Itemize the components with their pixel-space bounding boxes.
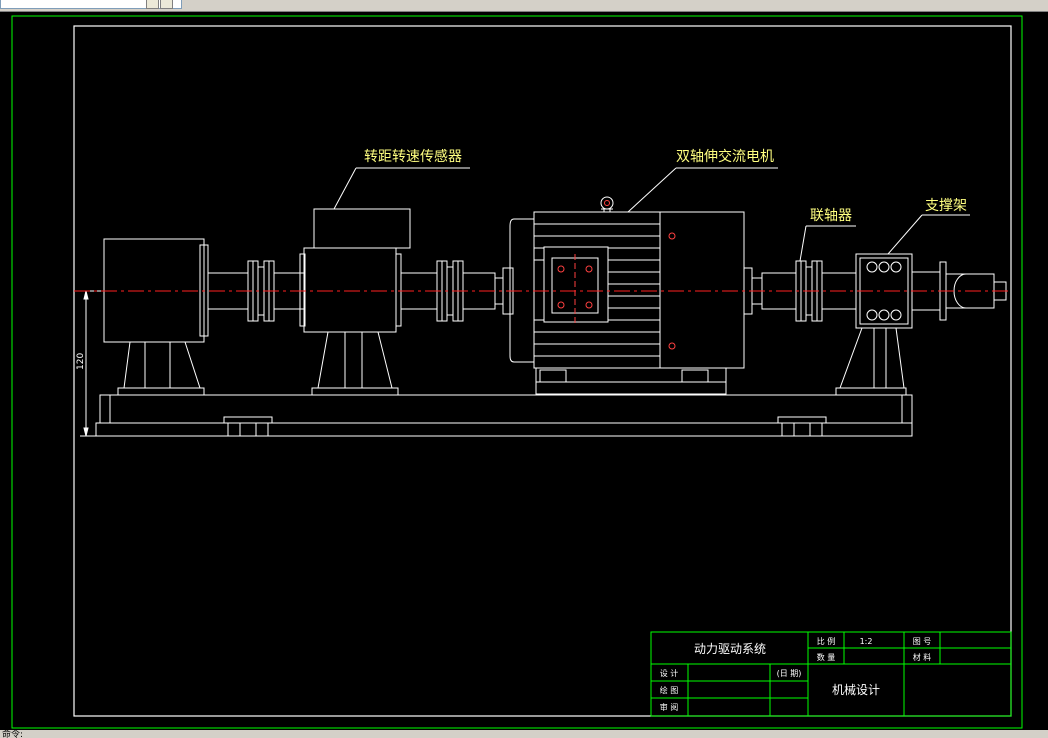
toolbar-strip: [0, 0, 1048, 12]
review-label: 审 阅: [660, 702, 679, 712]
toolbar-button[interactable]: [146, 0, 159, 9]
scale-label: 比 例: [817, 636, 836, 646]
machine-assembly: [80, 167, 1007, 437]
school-name: 机械设计: [832, 682, 880, 697]
date-label: (日 期): [777, 669, 802, 678]
label-coupling: 联轴器: [810, 208, 852, 224]
dimension-value: 120: [76, 353, 86, 370]
command-line[interactable]: 命令:: [0, 730, 1048, 738]
support-bracket: [835, 253, 1007, 396]
drawing-frame: [73, 25, 1012, 717]
cad-window: 转距转速传感器 双轴伸交流电机 联轴器 支撑架 120 动力驱动系统 比 例 1…: [0, 0, 1048, 738]
material-label: 材 料: [913, 652, 932, 662]
title-block-text: 动力驱动系统 比 例 1:2 图 号 数 量 材 料 设 计 (日 期) 绘 图…: [660, 636, 932, 712]
label-motor: 双轴伸交流电机: [676, 148, 774, 165]
label-sensor: 转距转速传感器: [364, 148, 462, 165]
toolbar-button[interactable]: [160, 0, 173, 9]
drawing-no-label: 图 号: [913, 637, 932, 646]
scale-value: 1:2: [860, 637, 873, 646]
drawing-name: 动力驱动系统: [694, 642, 766, 656]
leader-lines: [333, 167, 970, 262]
base-plate: [95, 394, 913, 437]
label-bracket: 支撑架: [925, 198, 967, 214]
torque-speed-sensor: [299, 208, 411, 396]
draw-label: 绘 图: [660, 685, 679, 695]
cad-drawing: 转距转速传感器 双轴伸交流电机 联轴器 支撑架 120 动力驱动系统 比 例 1…: [11, 15, 1023, 729]
command-prompt: 命令:: [2, 730, 24, 738]
quantity-label: 数 量: [817, 652, 836, 662]
motor-terminal-bolts: [557, 200, 676, 350]
design-label: 设 计: [660, 668, 679, 678]
load-unit: [103, 238, 209, 396]
sheet-border: [11, 15, 1023, 729]
ac-motor: [509, 196, 763, 395]
drawing-canvas[interactable]: 转距转速传感器 双轴伸交流电机 联轴器 支撑架 120 动力驱动系统 比 例 1…: [0, 12, 1048, 730]
